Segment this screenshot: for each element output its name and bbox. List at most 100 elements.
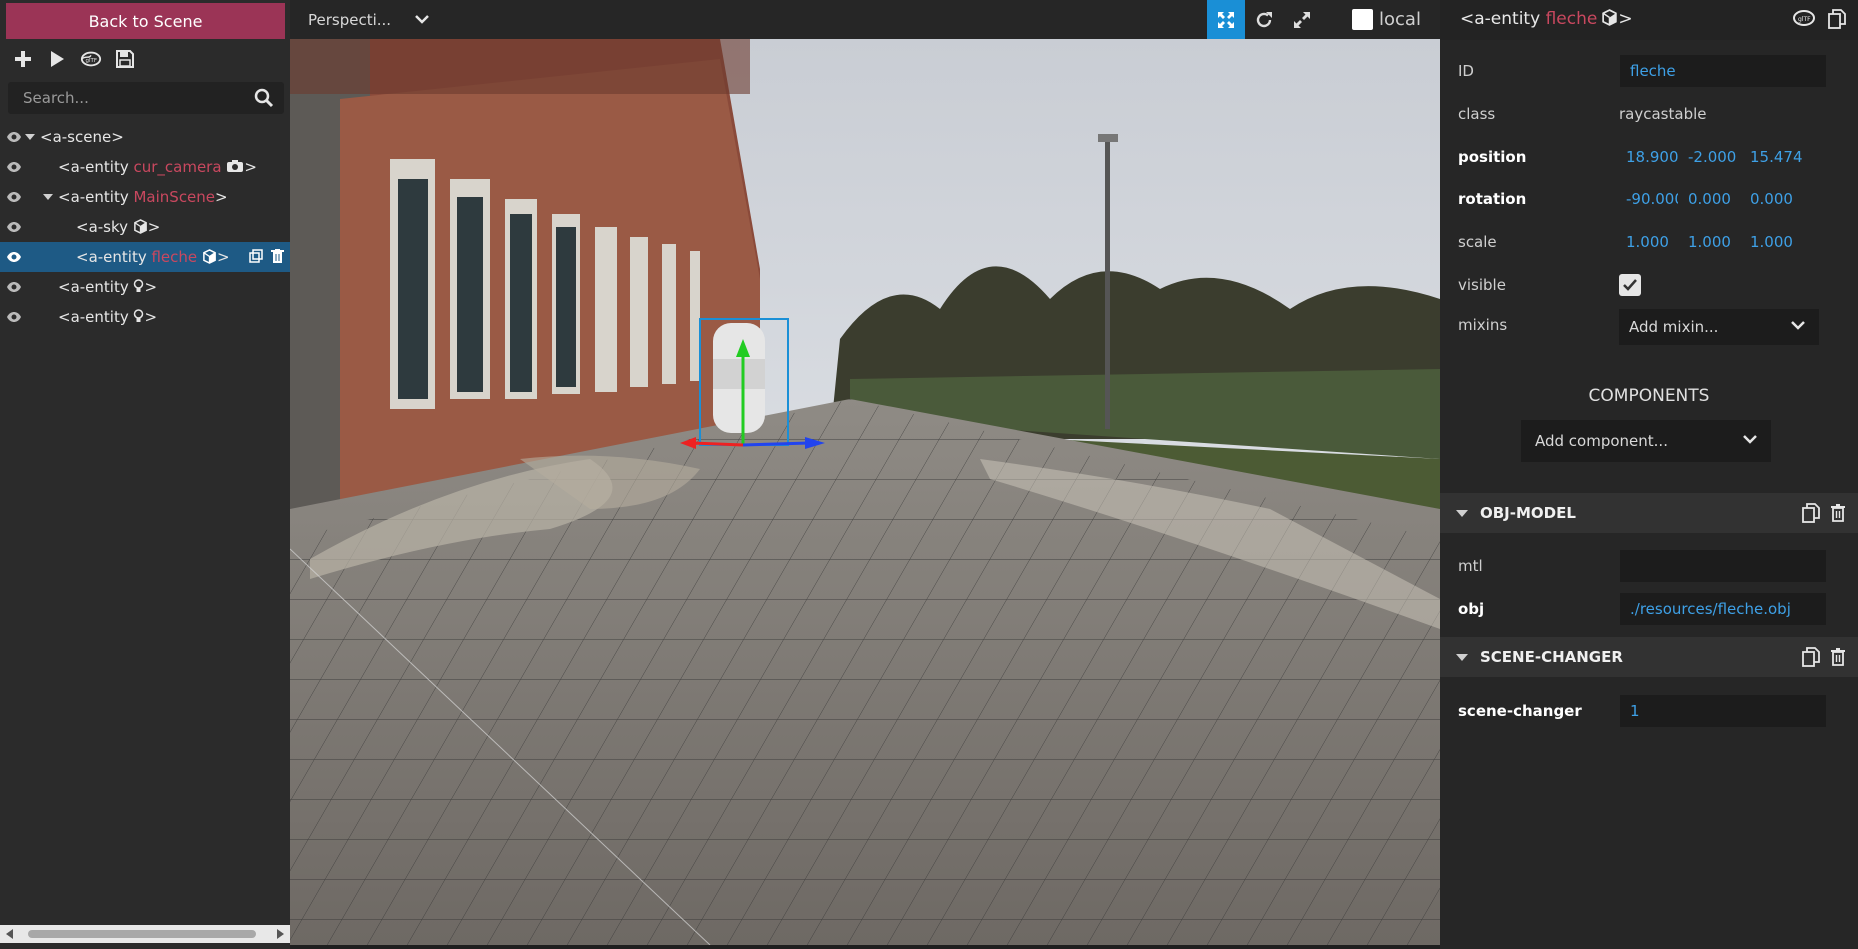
visible-checkbox[interactable] [1619, 274, 1641, 296]
tree-item-light-1[interactable]: <a-entity > [0, 272, 290, 302]
scroll-right-arrow-icon[interactable] [277, 929, 284, 939]
3d-viewport[interactable] [290, 39, 1440, 945]
visibility-eye-icon[interactable] [6, 190, 22, 204]
visibility-eye-icon[interactable] [6, 130, 22, 144]
position-x[interactable]: 18.900 [1626, 148, 1678, 166]
tree-item-label: <a-scene> [40, 128, 124, 146]
cube-icon [1602, 9, 1618, 26]
rotation-y[interactable]: 0.000 [1688, 190, 1740, 208]
prop-row-visible: visible [1440, 266, 1858, 302]
trash-icon[interactable] [1830, 503, 1846, 522]
search-input[interactable] [8, 82, 248, 114]
local-space-toggle[interactable]: local [1352, 0, 1421, 39]
visibility-eye-icon[interactable] [6, 310, 22, 324]
camera-mode-label: Perspecti... [308, 10, 392, 29]
prop-row-mixins: mixins Add mixin... [1440, 306, 1858, 345]
visible-label: visible [1458, 276, 1506, 294]
rotate-mode-button[interactable] [1245, 0, 1283, 39]
horizontal-scrollbar[interactable] [0, 925, 290, 943]
row-actions [249, 249, 284, 263]
add-component-label: Add component... [1535, 432, 1668, 450]
scrollbar-thumb[interactable] [28, 930, 256, 938]
scene-changer-label: scene-changer [1458, 702, 1582, 720]
add-component-select[interactable]: Add component... [1521, 420, 1771, 462]
chevron-down-icon [415, 15, 429, 24]
inspector-title: <a-entity fleche > [1460, 9, 1633, 29]
scale-y[interactable]: 1.000 [1688, 233, 1740, 251]
rotation-x[interactable]: -90.000 [1626, 190, 1678, 208]
tree-item-label: <a-entity MainScene> [58, 188, 228, 206]
expand-caret-icon[interactable] [43, 194, 53, 200]
scene-graph-panel: Back to Scene glTF Search... <a-scene> <… [0, 0, 290, 949]
copy-component-icon[interactable] [1802, 647, 1820, 667]
save-icon[interactable] [114, 48, 136, 70]
translate-mode-button[interactable] [1207, 0, 1245, 39]
scroll-left-arrow-icon[interactable] [6, 929, 13, 939]
section-scene-changer-header[interactable]: SCENE-CHANGER [1440, 637, 1858, 677]
local-label: local [1379, 9, 1421, 30]
section-obj-model-header[interactable]: OBJ-MODEL [1440, 493, 1858, 533]
components-heading: COMPONENTS [1588, 386, 1710, 406]
prop-row-scene-changer: scene-changer 1 [1440, 692, 1858, 728]
copy-component-icon[interactable] [1802, 503, 1820, 523]
tree-item-a-scene[interactable]: <a-scene> [0, 122, 290, 152]
rotation-label: rotation [1458, 190, 1527, 208]
visibility-eye-icon[interactable] [6, 220, 22, 234]
camera-icon [227, 160, 244, 172]
expand-icon [1294, 11, 1310, 28]
position-y[interactable]: -2.000 [1688, 148, 1740, 166]
svg-text:glTF: glTF [86, 58, 98, 64]
trash-icon[interactable] [1830, 647, 1846, 666]
prop-row-mtl: mtl [1440, 547, 1858, 583]
prop-row-position: position 18.900 -2.000 15.474 [1440, 138, 1858, 174]
transform-mode-group [1207, 0, 1321, 39]
class-value[interactable]: raycastable [1619, 105, 1706, 123]
visibility-eye-icon[interactable] [6, 280, 22, 294]
collapse-caret-icon[interactable] [1456, 510, 1468, 517]
copy-html-icon[interactable] [1828, 9, 1846, 29]
chevron-down-icon [1791, 321, 1805, 330]
tree-item-label: <a-entity fleche > [76, 248, 230, 266]
prop-row-class: class raycastable [1440, 95, 1858, 131]
mixins-select[interactable]: Add mixin... [1619, 309, 1819, 345]
expand-caret-icon[interactable] [25, 134, 35, 140]
visibility-eye-icon[interactable] [6, 250, 22, 264]
search-icon[interactable] [254, 88, 274, 112]
obj-input[interactable]: ./resources/fleche.obj [1620, 593, 1826, 625]
svg-text:glTF: glTF [1798, 16, 1811, 23]
tree-item-cur-camera[interactable]: <a-entity cur_camera > [0, 152, 290, 182]
scene-changer-input[interactable]: 1 [1620, 695, 1826, 727]
tree-item-light-2[interactable]: <a-entity > [0, 302, 290, 332]
trash-icon[interactable] [271, 249, 284, 263]
scale-z[interactable]: 1.000 [1750, 233, 1802, 251]
move-arrows-icon [1218, 11, 1234, 28]
scale-x[interactable]: 1.000 [1626, 233, 1678, 251]
cube-icon [203, 249, 216, 264]
viewport-toolbar: Perspecti... local [290, 0, 1440, 39]
tree-item-a-sky[interactable]: <a-sky > [0, 212, 290, 242]
tree-item-label: <a-entity cur_camera > [58, 158, 257, 176]
back-to-scene-button[interactable]: Back to Scene [6, 3, 285, 39]
play-icon[interactable] [46, 48, 68, 70]
tree-item-fleche[interactable]: <a-entity fleche > [0, 242, 290, 272]
camera-dropdown[interactable]: Perspecti... [308, 0, 429, 39]
chevron-down-icon [1743, 435, 1757, 444]
checkmark-icon [1623, 279, 1637, 291]
gltf-export-icon[interactable]: glTF [1792, 9, 1816, 27]
visibility-eye-icon[interactable] [6, 160, 22, 174]
tree-item-mainscene[interactable]: <a-entity MainScene> [0, 182, 290, 212]
rotation-z[interactable]: 0.000 [1750, 190, 1802, 208]
clone-icon[interactable] [249, 249, 263, 263]
prop-row-obj: obj ./resources/fleche.obj [1440, 590, 1858, 626]
scale-mode-button[interactable] [1283, 0, 1321, 39]
position-z[interactable]: 15.474 [1750, 148, 1802, 166]
gltf-export-icon[interactable]: glTF [80, 48, 102, 70]
mtl-input[interactable] [1620, 550, 1826, 582]
section-title: OBJ-MODEL [1480, 504, 1576, 522]
add-entity-icon[interactable] [12, 48, 34, 70]
collapse-caret-icon[interactable] [1456, 654, 1468, 661]
obj-label: obj [1458, 600, 1485, 618]
prop-row-rotation: rotation -90.000 0.000 0.000 [1440, 180, 1858, 216]
local-checkbox[interactable] [1352, 9, 1373, 30]
id-input[interactable]: fleche [1620, 55, 1826, 87]
